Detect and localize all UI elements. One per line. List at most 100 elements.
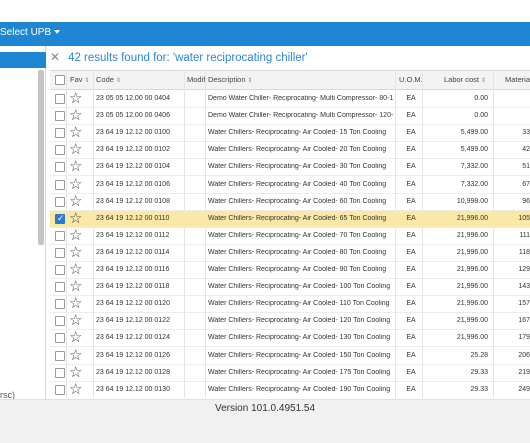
row-checkbox[interactable]: [55, 230, 65, 241]
row-code: 23 05 05 12.00 00 0404: [96, 95, 170, 102]
row-uom: EA: [406, 368, 416, 376]
row-material: 249: [518, 385, 530, 393]
row-checkbox[interactable]: [55, 213, 65, 224]
row-code: 23 64 19 12.12 00 0116: [96, 266, 170, 273]
row-checkbox[interactable]: [55, 94, 65, 104]
table-row[interactable]: ☆ 23 64 19 12.12 00 0120 Water Chillers- R…: [50, 296, 530, 314]
star-icon[interactable]: ☆: [69, 91, 82, 107]
row-checkbox[interactable]: [55, 179, 65, 190]
star-icon[interactable]: ☆: [69, 125, 82, 141]
row-uom: EA: [406, 180, 416, 188]
column-header-modif[interactable]: Modif: [187, 75, 205, 84]
column-header-material[interactable]: Material: [505, 75, 530, 84]
column-header-labor-cost[interactable]: Labor cost ⇕: [444, 75, 486, 84]
star-icon[interactable]: ☆: [69, 142, 82, 158]
star-icon[interactable]: ☆: [69, 210, 82, 227]
table-row[interactable]: ☆ 23 64 19 12.12 00 0114 Water Chillers- R…: [50, 244, 530, 262]
table-row[interactable]: ☆ 23 64 19 12.12 00 0106 Water Chillers- R…: [50, 176, 530, 194]
row-checkbox[interactable]: [55, 247, 65, 258]
row-uom: EA: [406, 231, 416, 239]
column-header-uom[interactable]: U.O.M.: [399, 75, 423, 84]
row-uom: EA: [406, 129, 416, 137]
row-labor-cost: 21,996.00: [456, 214, 488, 222]
table-row[interactable]: ☆ 23 64 19 12.12 00 0130 Water Chillers- R…: [50, 381, 530, 398]
table-row[interactable]: ☆ 23 64 19 12.12 00 0124 Water Chillers- R…: [50, 330, 530, 348]
star-icon[interactable]: ☆: [69, 227, 82, 244]
sidebar-selected-item[interactable]: [0, 52, 46, 68]
row-code: 23 64 19 12.12 00 0110: [96, 214, 170, 222]
row-checkbox[interactable]: [55, 282, 65, 293]
table-row[interactable]: ☆ 23 05 05 12.00 00 0406 Demo Water Chille…: [50, 108, 530, 126]
table-row[interactable]: ☆ 23 64 19 12.12 00 0118 Water Chillers- R…: [50, 279, 530, 297]
sidebar-scrollbar[interactable]: [38, 70, 44, 245]
row-checkbox[interactable]: [55, 316, 65, 327]
grid-header: Fav ⇕ Code ⇕ Modif Description ⇕ U.O.M. Lab…: [50, 71, 530, 90]
row-labor-cost: 5,499.00: [460, 146, 488, 154]
row-checkbox[interactable]: [55, 111, 65, 122]
row-labor-cost: 21,996.00: [456, 334, 488, 342]
row-labor-cost: 7,332.00: [460, 180, 488, 188]
row-code: 23 64 19 12.12 00 0120: [96, 300, 170, 308]
column-header-description[interactable]: Description ⇕: [208, 75, 253, 84]
table-row[interactable]: ☆ 23 64 19 12.12 00 0104 Water Chillers- R…: [50, 159, 530, 177]
table-row[interactable]: ☆ 23 64 19 12.12 00 0110 Water Chillers- R…: [50, 210, 530, 228]
row-checkbox[interactable]: [55, 265, 65, 275]
row-checkbox[interactable]: [55, 384, 65, 395]
select-all-checkbox[interactable]: [55, 75, 65, 85]
row-labor-cost: 29.33: [470, 368, 488, 376]
row-labor-cost: 0.00: [474, 95, 488, 102]
star-icon[interactable]: ☆: [69, 330, 82, 346]
row-checkbox[interactable]: [55, 196, 65, 207]
column-header-fav[interactable]: Fav ⇕: [70, 75, 90, 84]
row-checkbox[interactable]: [55, 367, 65, 378]
star-icon[interactable]: ☆: [69, 381, 82, 398]
table-row[interactable]: ☆ 23 64 19 12.12 00 0128 Water Chillers- R…: [50, 364, 530, 382]
star-icon[interactable]: ☆: [69, 244, 82, 261]
star-icon[interactable]: ☆: [69, 313, 82, 329]
row-uom: EA: [406, 248, 416, 256]
close-icon[interactable]: ✕: [50, 50, 60, 64]
row-checkbox[interactable]: [55, 145, 65, 156]
table-row[interactable]: ☆ 23 64 19 12.12 00 0116 Water Chillers- R…: [50, 262, 530, 279]
version-label: Version 101.0.4951.54: [214, 403, 316, 414]
row-checkbox[interactable]: [55, 333, 65, 344]
star-icon[interactable]: ☆: [69, 296, 82, 312]
sort-icon: ⇕: [115, 78, 121, 84]
sort-icon: ⇕: [247, 78, 253, 84]
star-icon[interactable]: ☆: [69, 159, 82, 175]
table-row[interactable]: ☆ 23 64 19 12.12 00 0108 Water Chillers- R…: [50, 193, 530, 211]
row-uom: EA: [406, 95, 416, 102]
row-description: Water Chillers- Reciprocating- Air Coole…: [208, 180, 387, 188]
star-icon[interactable]: ☆: [69, 364, 82, 381]
table-row[interactable]: ☆ 23 64 19 12.12 00 0100 Water Chillers- R…: [50, 125, 530, 143]
star-icon[interactable]: ☆: [69, 193, 82, 210]
table-row[interactable]: ☆ 23 64 19 12.12 00 0126 Water Chillers- R…: [50, 347, 530, 365]
table-row[interactable]: ☆ 23 64 19 12.12 00 0112 Water Chillers- R…: [50, 227, 530, 245]
row-checkbox[interactable]: [55, 299, 65, 310]
row-code: 23 64 19 12.12 00 0108: [96, 197, 170, 205]
row-uom: EA: [406, 112, 416, 120]
star-icon[interactable]: ☆: [69, 108, 82, 124]
row-material: 67: [522, 180, 530, 188]
star-icon[interactable]: ☆: [69, 279, 82, 295]
row-checkbox[interactable]: [55, 350, 65, 361]
table-row[interactable]: ☆ 23 64 19 12.12 00 0122 Water Chillers- R…: [50, 313, 530, 331]
row-uom: EA: [406, 385, 416, 393]
row-description: Water Chillers- Reciprocating- Air Coole…: [208, 283, 391, 291]
row-code: 23 64 19 12.12 00 0124: [96, 334, 170, 342]
table-row[interactable]: ☆ 23 64 19 12.12 00 0102 Water Chillers- R…: [50, 142, 530, 160]
star-icon[interactable]: ☆: [69, 176, 82, 193]
row-uom: EA: [406, 146, 416, 154]
row-checkbox[interactable]: [55, 162, 65, 173]
row-uom: EA: [406, 197, 416, 205]
row-uom: EA: [406, 163, 416, 171]
star-icon[interactable]: ☆: [69, 347, 82, 364]
row-labor-cost: 21,996.00: [456, 231, 488, 239]
row-material: 129: [518, 266, 530, 273]
row-material: 157: [518, 300, 530, 308]
row-checkbox[interactable]: [55, 128, 65, 139]
star-icon[interactable]: ☆: [69, 262, 82, 278]
table-row[interactable]: ☆ 23 05 05 12.00 00 0404 Demo Water Chille…: [50, 91, 530, 108]
select-upb-dropdown[interactable]: Select UPB: [0, 27, 61, 38]
column-header-code[interactable]: Code ⇕: [96, 75, 121, 84]
